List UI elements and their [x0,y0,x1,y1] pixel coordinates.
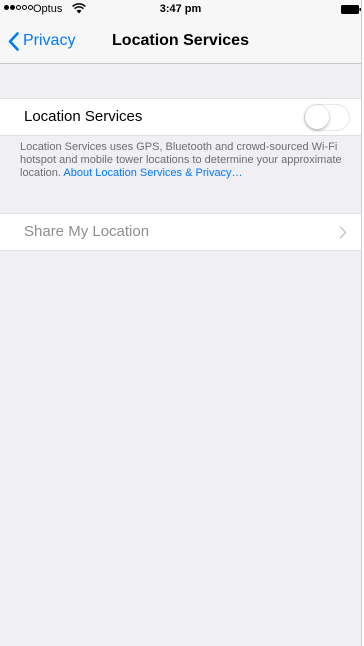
back-button[interactable]: Privacy [8,28,75,54]
chevron-right-icon [339,226,347,239]
navigation-bar: Privacy Location Services [0,20,361,64]
back-button-label: Privacy [23,32,76,49]
about-location-privacy-link[interactable]: About Location Services & Privacy… [63,167,242,179]
status-time: 3:47 pm [159,3,202,15]
location-services-footer: Location Services uses GPS, Bluetooth an… [20,141,351,180]
chevron-left-icon [8,31,19,51]
toggle-knob [305,105,329,129]
location-services-row: Location Services [0,98,361,136]
location-services-label: Location Services [24,108,143,125]
battery-icon [341,5,361,14]
share-my-location-label: Share My Location [24,223,150,240]
share-my-location-row[interactable]: Share My Location [0,213,361,251]
status-bar: Optus 3:47 pm [0,0,361,20]
phone-screen: Optus 3:47 pm Privacy Location Services … [0,0,362,646]
location-services-toggle[interactable] [304,104,350,131]
